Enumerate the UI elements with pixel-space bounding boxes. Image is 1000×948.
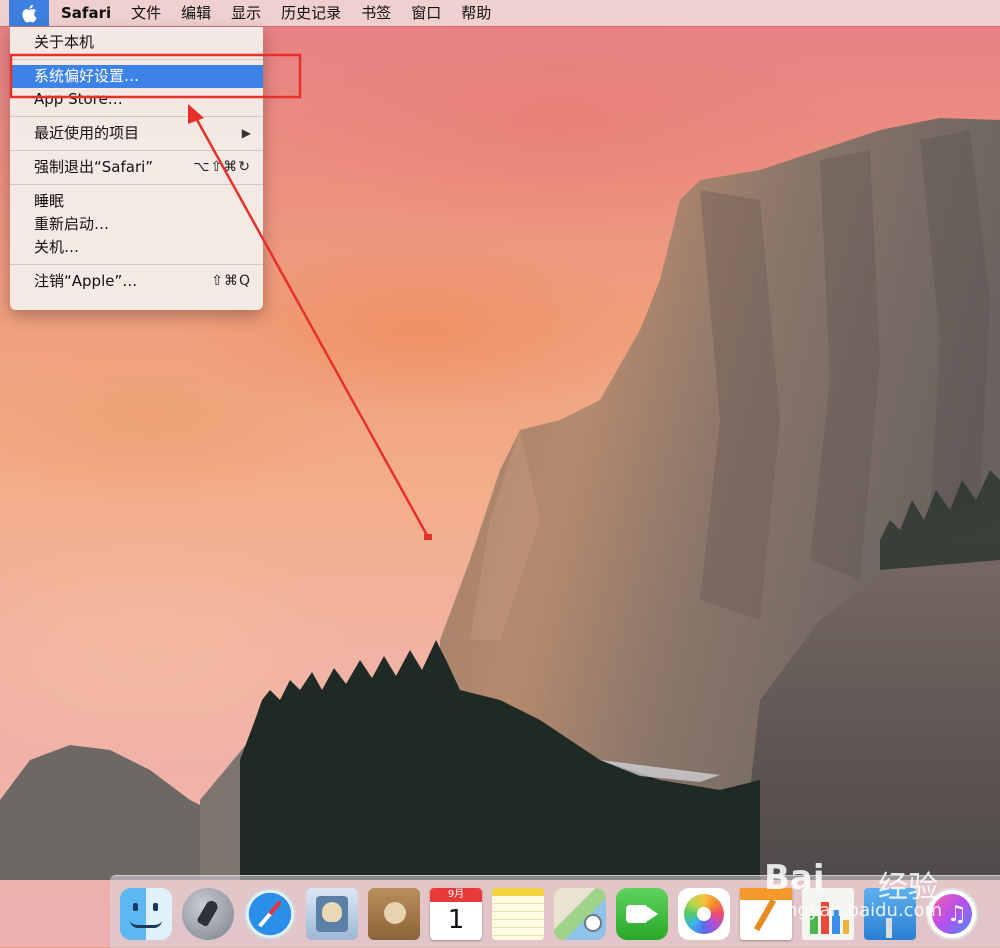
menu-divider bbox=[10, 59, 263, 60]
menu-divider bbox=[10, 264, 263, 265]
menu-item-label: 强制退出“Safari” bbox=[34, 158, 154, 176]
menu-file[interactable]: 文件 bbox=[121, 0, 171, 26]
menu-bar: Safari 文件 编辑 显示 历史记录 书签 窗口 帮助 bbox=[0, 0, 1000, 26]
menu-history[interactable]: 历史记录 bbox=[271, 0, 351, 26]
menu-app-safari[interactable]: Safari bbox=[49, 0, 121, 26]
menu-edit[interactable]: 编辑 bbox=[171, 0, 221, 26]
force-quit-shortcut: ⌥⇧⌘↻ bbox=[193, 159, 251, 175]
calendar-day: 1 bbox=[447, 905, 465, 935]
menu-item-logout[interactable]: 注销“Apple”… ⇧⌘Q bbox=[10, 270, 263, 293]
menu-bookmarks[interactable]: 书签 bbox=[351, 0, 401, 26]
logout-shortcut: ⇧⌘Q bbox=[211, 273, 251, 289]
menu-item-label: 注销“Apple”… bbox=[34, 272, 138, 290]
baidu-jingyan-watermark: Bai 经验 jingyan.baidu.com bbox=[758, 840, 998, 945]
calendar-icon[interactable]: 9月 1 bbox=[430, 888, 482, 940]
menu-item-about[interactable]: 关于本机 bbox=[10, 31, 263, 54]
menu-item-app-store[interactable]: App Store… bbox=[10, 88, 263, 111]
apple-menu-button[interactable] bbox=[9, 0, 49, 26]
watermark-url: jingyan.baidu.com bbox=[776, 900, 943, 921]
apple-logo-icon bbox=[22, 4, 37, 22]
safari-icon[interactable] bbox=[244, 888, 296, 940]
menu-divider bbox=[10, 116, 263, 117]
menu-item-label: 关于本机 bbox=[34, 33, 95, 51]
menu-view[interactable]: 显示 bbox=[221, 0, 271, 26]
maps-icon[interactable] bbox=[554, 888, 606, 940]
mail-icon[interactable] bbox=[306, 888, 358, 940]
menu-item-restart[interactable]: 重新启动… bbox=[10, 213, 263, 236]
menu-help[interactable]: 帮助 bbox=[451, 0, 501, 26]
menu-item-label: 睡眠 bbox=[34, 192, 65, 210]
menu-item-shutdown[interactable]: 关机… bbox=[10, 236, 263, 259]
submenu-arrow-icon: ▶ bbox=[241, 126, 251, 140]
menu-item-label: 系统偏好设置… bbox=[34, 67, 140, 85]
menu-item-label: App Store… bbox=[34, 90, 123, 108]
photos-icon[interactable] bbox=[678, 888, 730, 940]
menu-window[interactable]: 窗口 bbox=[401, 0, 451, 26]
menu-item-label: 关机… bbox=[34, 238, 80, 256]
menu-divider bbox=[10, 150, 263, 151]
menu-item-system-preferences[interactable]: 系统偏好设置… bbox=[10, 65, 263, 88]
menu-divider bbox=[10, 184, 263, 185]
finder-icon[interactable] bbox=[120, 888, 172, 940]
menu-item-label: 重新启动… bbox=[34, 215, 110, 233]
launchpad-icon[interactable] bbox=[182, 888, 234, 940]
notes-icon[interactable] bbox=[492, 888, 544, 940]
menu-item-label: 最近使用的项目 bbox=[34, 124, 140, 142]
apple-menu-dropdown: 关于本机 系统偏好设置… App Store… 最近使用的项目 ▶ 强制退出“S… bbox=[10, 27, 263, 310]
contacts-icon[interactable] bbox=[368, 888, 420, 940]
watermark-brand: Bai bbox=[764, 858, 825, 898]
facetime-icon[interactable] bbox=[616, 888, 668, 940]
calendar-month: 9月 bbox=[430, 888, 482, 902]
menu-item-force-quit[interactable]: 强制退出“Safari” ⌥⇧⌘↻ bbox=[10, 156, 263, 179]
menu-item-sleep[interactable]: 睡眠 bbox=[10, 190, 263, 213]
menu-item-recent-items[interactable]: 最近使用的项目 ▶ bbox=[10, 122, 263, 145]
